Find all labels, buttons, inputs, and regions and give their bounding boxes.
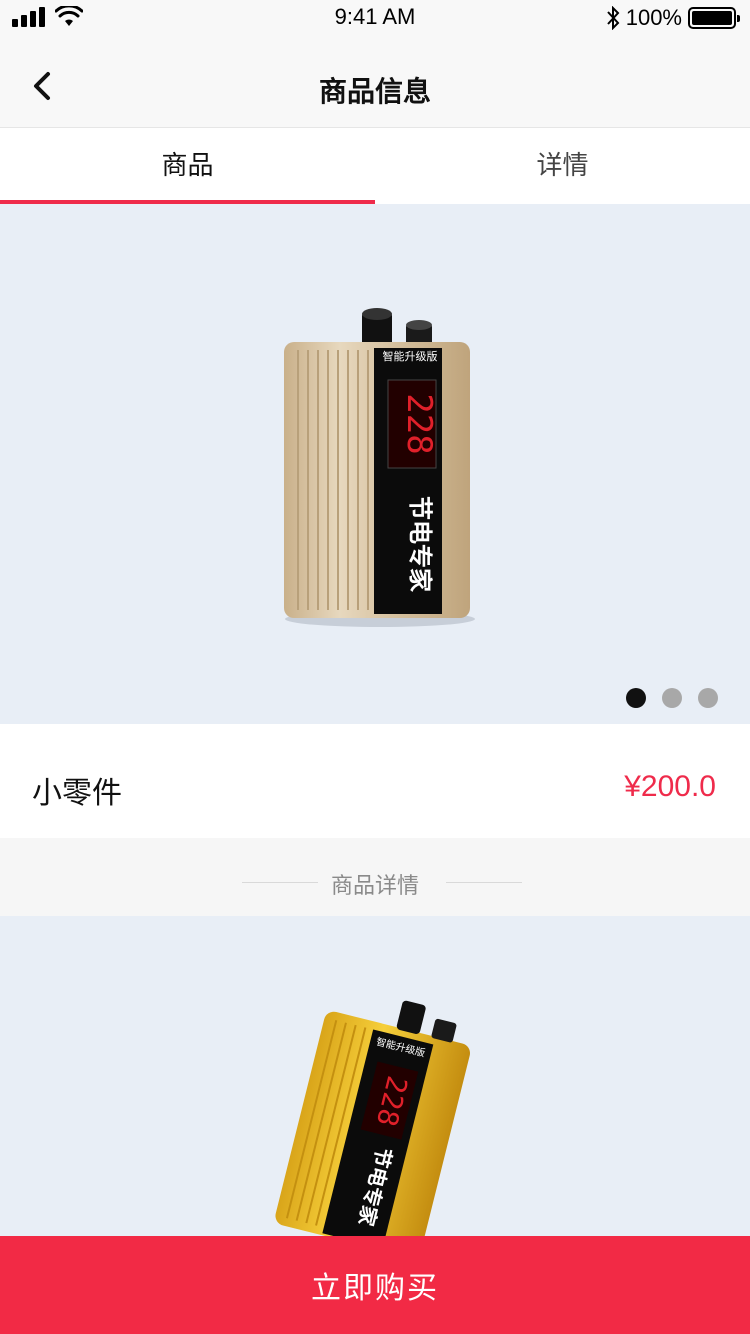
buy-now-button[interactable]: 立即购买: [0, 1236, 750, 1334]
nav-bar: 商品信息: [0, 40, 750, 128]
tab-details[interactable]: 详情: [375, 128, 750, 204]
product-image-carousel[interactable]: 228 智能升级版 节电专家: [0, 204, 750, 724]
buy-now-label: 立即购买: [311, 1271, 439, 1306]
status-right: 100%: [606, 5, 740, 31]
carousel-dot-3[interactable]: [698, 688, 718, 708]
banner-device-brand: 节电专家: [406, 496, 434, 592]
carousel-dot-2[interactable]: [662, 688, 682, 708]
product-details-header: 商品详情: [0, 838, 750, 916]
banner-device-display: 228: [399, 393, 439, 454]
power-saver-device-image: 228 智能升级版 节电专家: [284, 308, 475, 627]
divider-line-right: [446, 882, 522, 883]
status-bar: 9:41 AM 100%: [0, 0, 750, 40]
carousel-dots: [626, 688, 718, 708]
carousel-dot-1[interactable]: [626, 688, 646, 708]
banner-device-label: 智能升级版: [383, 349, 438, 363]
bluetooth-icon: [606, 6, 620, 30]
battery-icon: [688, 7, 740, 29]
tab-details-label: 详情: [536, 151, 589, 181]
page-title: 商品信息: [318, 75, 431, 108]
tab-product[interactable]: 商品: [0, 128, 375, 204]
product-info-row: 小零件 ¥200.0: [0, 724, 750, 838]
product-price: ¥200.0: [624, 770, 716, 803]
product-name: 小零件: [32, 776, 122, 811]
product-details-title: 商品详情: [330, 874, 419, 899]
tab-bar: 商品 详情: [0, 128, 750, 204]
battery-percent: 100%: [625, 5, 682, 30]
